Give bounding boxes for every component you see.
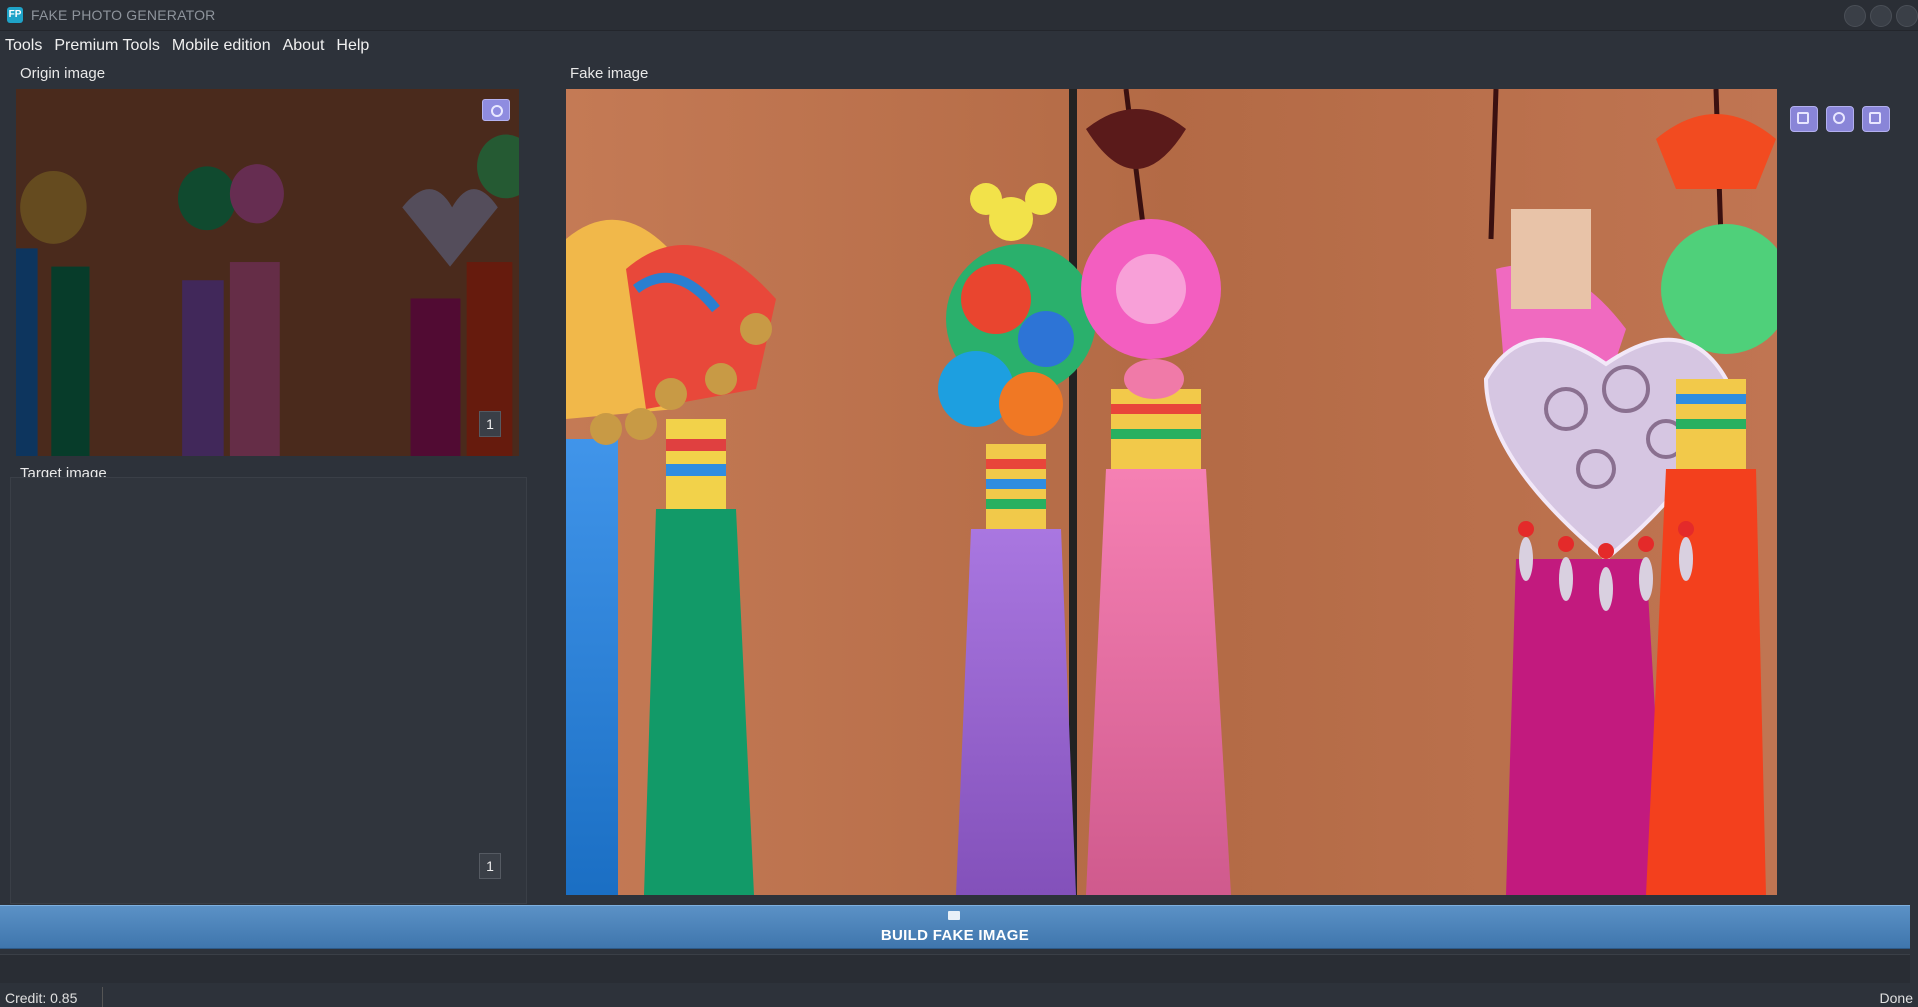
origin-count-badge: 1 xyxy=(479,411,501,437)
fake-photo xyxy=(566,89,1777,895)
credit-status: Credit: 0.85 xyxy=(5,990,78,1006)
window-controls xyxy=(1844,5,1918,27)
window-title: FAKE PHOTO GENERATOR xyxy=(31,7,216,23)
share-icon[interactable] xyxy=(1826,106,1854,132)
done-status: Done xyxy=(1879,990,1913,1006)
origin-image[interactable]: 1 xyxy=(16,89,519,456)
close-button[interactable] xyxy=(1896,5,1918,27)
status-separator xyxy=(102,987,103,1007)
menu-tools[interactable]: Tools xyxy=(0,31,48,59)
target-count-badge: 1 xyxy=(479,853,501,879)
menu-mobile-edition[interactable]: Mobile edition xyxy=(166,31,277,59)
progress-bar xyxy=(0,954,1910,983)
fake-image-label: Fake image xyxy=(570,65,649,82)
status-bar: Credit: 0.85 Done xyxy=(0,985,1918,1007)
menu-bar: Tools Premium Tools Mobile edition About… xyxy=(0,31,1918,59)
menu-about[interactable]: About xyxy=(277,31,331,59)
camera-icon[interactable] xyxy=(482,99,510,121)
origin-photo xyxy=(16,89,519,456)
origin-image-label: Origin image xyxy=(20,65,106,82)
fake-image[interactable] xyxy=(566,89,1777,895)
image-icon xyxy=(948,911,960,920)
build-button-label: BUILD FAKE IMAGE xyxy=(880,927,1030,944)
maximize-button[interactable] xyxy=(1870,5,1892,27)
save-icon[interactable] xyxy=(1790,106,1818,132)
menu-premium-tools[interactable]: Premium Tools xyxy=(48,31,166,59)
menu-help[interactable]: Help xyxy=(330,31,375,59)
app-logo-icon: FP xyxy=(7,7,23,23)
target-image-area[interactable]: 1 xyxy=(10,477,527,904)
export-icon[interactable] xyxy=(1862,106,1890,132)
minimize-button[interactable] xyxy=(1844,5,1866,27)
title-bar: FP FAKE PHOTO GENERATOR xyxy=(0,0,1918,31)
build-fake-image-button[interactable]: BUILD FAKE IMAGE xyxy=(0,905,1910,949)
